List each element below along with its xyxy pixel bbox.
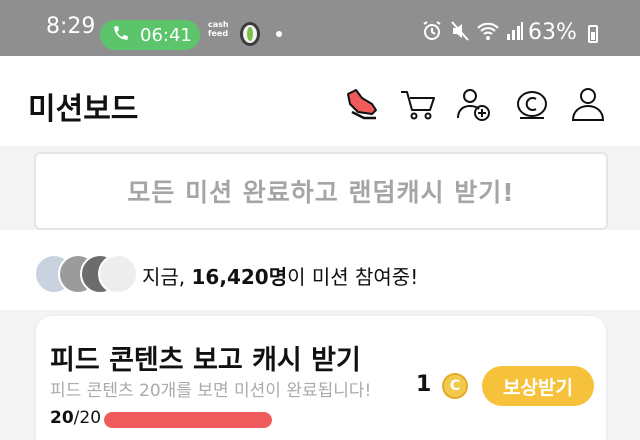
mission-title: 피드 콘텐츠 보고 캐시 받기 <box>50 345 361 376</box>
cashfeed-logo-text: cash feed <box>208 20 229 38</box>
coin-c-icon[interactable] <box>512 84 552 124</box>
participants-row: 지금, 16,420명이 미션 참여중! <box>0 230 640 310</box>
wifi-icon <box>476 20 500 47</box>
cash-coin-icon: C <box>442 373 468 399</box>
participants-count: 16,420명 <box>191 265 288 289</box>
page-title: 미션보드 <box>28 92 139 127</box>
participants-text: 지금, 16,420명이 미션 참여중! <box>142 261 418 290</box>
battery-icon <box>588 25 598 43</box>
all-missions-banner[interactable]: 모든 미션 완료하고 랜덤캐시 받기! <box>34 152 608 230</box>
status-bar: 8:29 06:41 cash feed 63% <box>0 0 640 56</box>
cart-icon[interactable] <box>398 84 438 124</box>
mission-card: 피드 콘텐츠 보고 캐시 받기 피드 콘텐츠 20개를 보면 미션이 완료됩니다… <box>36 316 606 440</box>
shoe-icon[interactable] <box>342 84 382 124</box>
app-header: 미션보드 <box>0 56 640 146</box>
banner-text: 모든 미션 완료하고 랜덤캐시 받기! <box>127 178 515 207</box>
progress-done: 20 <box>50 408 74 428</box>
participants-suffix: 이 미션 참여중! <box>287 265 419 289</box>
battery-percent: 63% <box>528 20 577 45</box>
progress-total: /20 <box>73 408 102 428</box>
mission-description: 피드 콘텐츠 20개를 보면 미션이 완료됩니다! <box>50 381 372 401</box>
status-time: 8:29 <box>46 14 96 39</box>
progress-text: 20/20 <box>50 408 101 428</box>
notification-dot-icon <box>276 31 282 37</box>
profile-icon[interactable] <box>568 84 608 124</box>
mute-icon <box>450 20 470 47</box>
signal-icon <box>506 20 524 47</box>
add-friend-icon[interactable] <box>454 84 494 124</box>
alarm-icon <box>422 20 442 47</box>
app-notification-icon <box>240 22 260 46</box>
call-duration: 06:41 <box>140 24 192 46</box>
phone-icon <box>112 24 130 47</box>
reward-amount: 1 <box>416 372 432 397</box>
participants-prefix: 지금, <box>142 265 192 289</box>
claim-reward-button[interactable]: 보상받기 <box>482 366 594 406</box>
progress-bar <box>104 412 272 428</box>
status-icons <box>420 20 528 48</box>
avatar <box>98 254 138 294</box>
progress-fill <box>104 412 272 428</box>
ongoing-call-pill[interactable]: 06:41 <box>100 20 200 50</box>
